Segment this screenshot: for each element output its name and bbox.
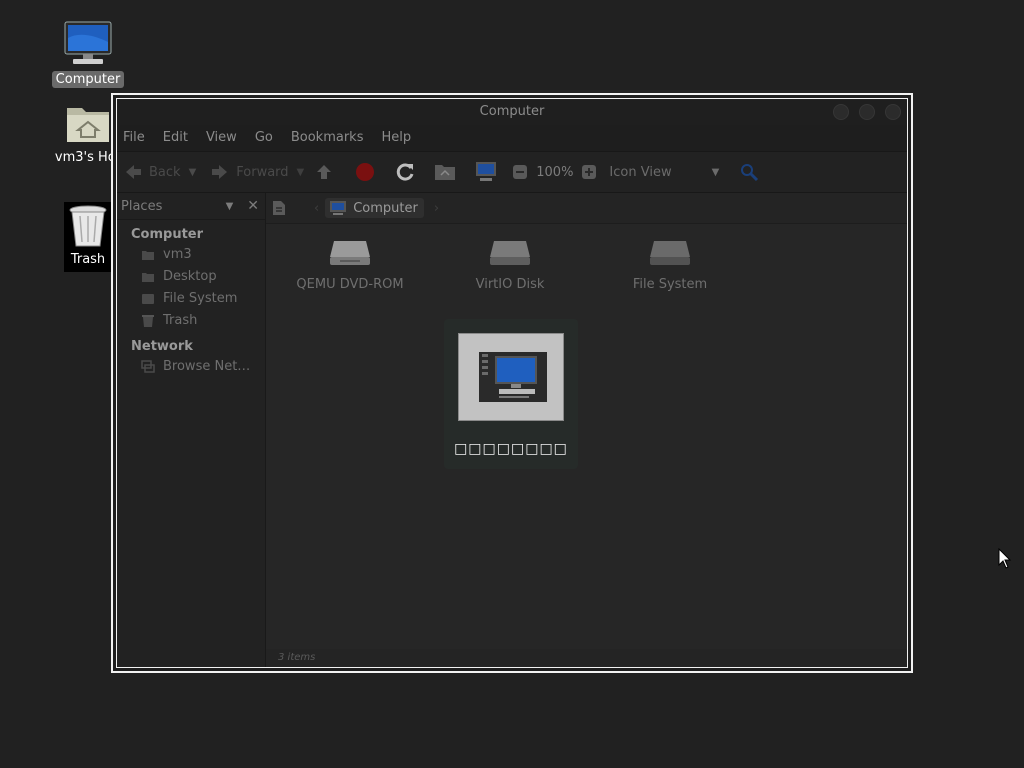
item-label: QEMU DVD-ROM bbox=[296, 277, 404, 292]
zoom-out-icon bbox=[513, 165, 528, 179]
close-button[interactable] bbox=[885, 104, 901, 120]
home-icon bbox=[142, 250, 154, 260]
view-mode-select[interactable]: Icon View ▼ bbox=[609, 165, 719, 180]
computer-screenshot-icon bbox=[479, 352, 547, 402]
home-folder-icon bbox=[435, 165, 456, 180]
sidebar-item-label: vm3 bbox=[163, 247, 192, 262]
up-button[interactable] bbox=[314, 162, 334, 182]
trash-icon bbox=[142, 314, 154, 327]
sidebar-item-label: Trash bbox=[163, 313, 198, 328]
menu-bookmarks[interactable]: Bookmarks bbox=[289, 125, 376, 151]
status-bar: 3 items bbox=[266, 649, 907, 667]
location-bar: ‹ Computer › bbox=[266, 193, 907, 224]
zoom-level: 100% bbox=[536, 164, 574, 180]
desktop-icon-label: Computer bbox=[51, 71, 125, 88]
sidebar-title: Places bbox=[121, 198, 163, 214]
desktop-icon-computer[interactable]: Computer bbox=[48, 20, 128, 88]
item-virtio-disk[interactable]: VirtIO Disk bbox=[450, 237, 570, 292]
dragged-item-thumbnail[interactable] bbox=[458, 333, 564, 421]
mouse-cursor-icon bbox=[998, 548, 1012, 569]
menu-help[interactable]: Help bbox=[379, 125, 423, 151]
hard-disk-icon bbox=[650, 241, 690, 265]
sidebar-item-file-system[interactable]: File System bbox=[117, 288, 265, 310]
zoom-out-button[interactable] bbox=[512, 164, 528, 180]
home-folder-icon bbox=[67, 108, 109, 142]
maximize-button[interactable] bbox=[859, 104, 875, 120]
icon-view: QEMU DVD-ROM VirtIO Disk File System □□□… bbox=[266, 223, 907, 649]
menu-view[interactable]: View bbox=[204, 125, 249, 151]
computer-icon bbox=[476, 162, 497, 181]
reload-button[interactable] bbox=[394, 161, 416, 183]
desktop-folder-icon bbox=[142, 272, 154, 282]
dragged-item-label: □□□□□□□□ bbox=[454, 441, 568, 457]
minimize-button[interactable] bbox=[833, 104, 849, 120]
sidebar-item-trash[interactable]: Trash bbox=[117, 310, 265, 332]
stop-button[interactable] bbox=[354, 161, 376, 183]
sidebar-item-label: File System bbox=[163, 291, 238, 306]
sidebar-section-computer: Computer bbox=[131, 227, 204, 242]
item-label: File System bbox=[632, 277, 708, 292]
toolbar: Back ▼ Forward ▼ 100% Icon View ▼ bbox=[117, 151, 907, 193]
sidebar-section-network: Network bbox=[131, 339, 193, 354]
main-pane: ‹ Computer › QEMU DVD-ROM VirtIO Disk Fi… bbox=[266, 193, 907, 667]
menu-edit[interactable]: Edit bbox=[161, 125, 200, 151]
location-toggle-icon[interactable] bbox=[272, 200, 286, 216]
reload-icon bbox=[397, 163, 414, 181]
computer-icon bbox=[330, 201, 347, 215]
sidebar-item-vm3[interactable]: vm3 bbox=[117, 244, 265, 266]
computer-button[interactable] bbox=[474, 161, 498, 183]
computer-icon bbox=[64, 21, 112, 64]
sidebar-item-browse-network[interactable]: Browse Net… bbox=[117, 356, 265, 378]
forward-arrow-icon bbox=[212, 165, 228, 179]
trash-icon bbox=[69, 205, 107, 247]
crumb-left-arrow[interactable]: ‹ bbox=[314, 201, 319, 216]
back-button[interactable]: Back bbox=[123, 162, 181, 182]
home-button[interactable] bbox=[434, 162, 456, 182]
up-arrow-icon bbox=[317, 165, 332, 179]
item-label: VirtIO Disk bbox=[475, 277, 545, 292]
search-icon bbox=[741, 164, 759, 182]
sidebar: Places ▼ ✕ Computer vm3 Desktop File Sys… bbox=[117, 193, 266, 667]
sidebar-item-desktop[interactable]: Desktop bbox=[117, 266, 265, 288]
back-history-dropdown[interactable]: ▼ bbox=[189, 167, 197, 178]
view-mode-label: Icon View bbox=[609, 164, 672, 180]
network-icon bbox=[141, 359, 155, 373]
zoom-in-button[interactable] bbox=[581, 164, 597, 180]
breadcrumb-label: Computer bbox=[353, 200, 418, 216]
zoom-in-icon bbox=[582, 165, 597, 179]
window-frame: Computer File Edit View Go Bookmarks Hel… bbox=[116, 98, 908, 668]
item-file-system[interactable]: File System bbox=[610, 237, 730, 292]
menu-bar: File Edit View Go Bookmarks Help bbox=[117, 125, 907, 151]
menu-go[interactable]: Go bbox=[253, 125, 285, 151]
back-arrow-icon bbox=[126, 165, 141, 179]
forward-history-dropdown[interactable]: ▼ bbox=[297, 167, 305, 178]
forward-button[interactable]: Forward bbox=[210, 162, 289, 182]
menu-file[interactable]: File bbox=[121, 125, 157, 151]
sidebar-item-label: Desktop bbox=[163, 269, 217, 284]
sidebar-selector-dropdown[interactable]: ▼ bbox=[226, 201, 234, 212]
hard-disk-icon bbox=[490, 241, 530, 265]
sidebar-header: Places ▼ ✕ bbox=[117, 193, 265, 220]
window-title: Computer bbox=[479, 104, 545, 119]
drive-icon bbox=[142, 293, 154, 304]
item-qemu-dvd-rom[interactable]: QEMU DVD-ROM bbox=[290, 237, 410, 292]
crumb-right-arrow[interactable]: › bbox=[434, 201, 439, 216]
search-button[interactable] bbox=[739, 162, 759, 182]
optical-drive-icon bbox=[330, 241, 370, 265]
title-bar[interactable]: Computer bbox=[117, 99, 907, 125]
stop-icon bbox=[356, 163, 375, 181]
breadcrumb-computer[interactable]: Computer bbox=[325, 198, 424, 218]
chevron-down-icon: ▼ bbox=[711, 166, 720, 178]
desktop-icon-label: Trash bbox=[70, 252, 106, 267]
file-manager-window: Computer File Edit View Go Bookmarks Hel… bbox=[111, 93, 913, 673]
sidebar-item-label: Browse Net… bbox=[163, 359, 251, 374]
close-sidebar-icon[interactable]: ✕ bbox=[247, 198, 259, 214]
window-body: Places ▼ ✕ Computer vm3 Desktop File Sys… bbox=[117, 193, 907, 667]
